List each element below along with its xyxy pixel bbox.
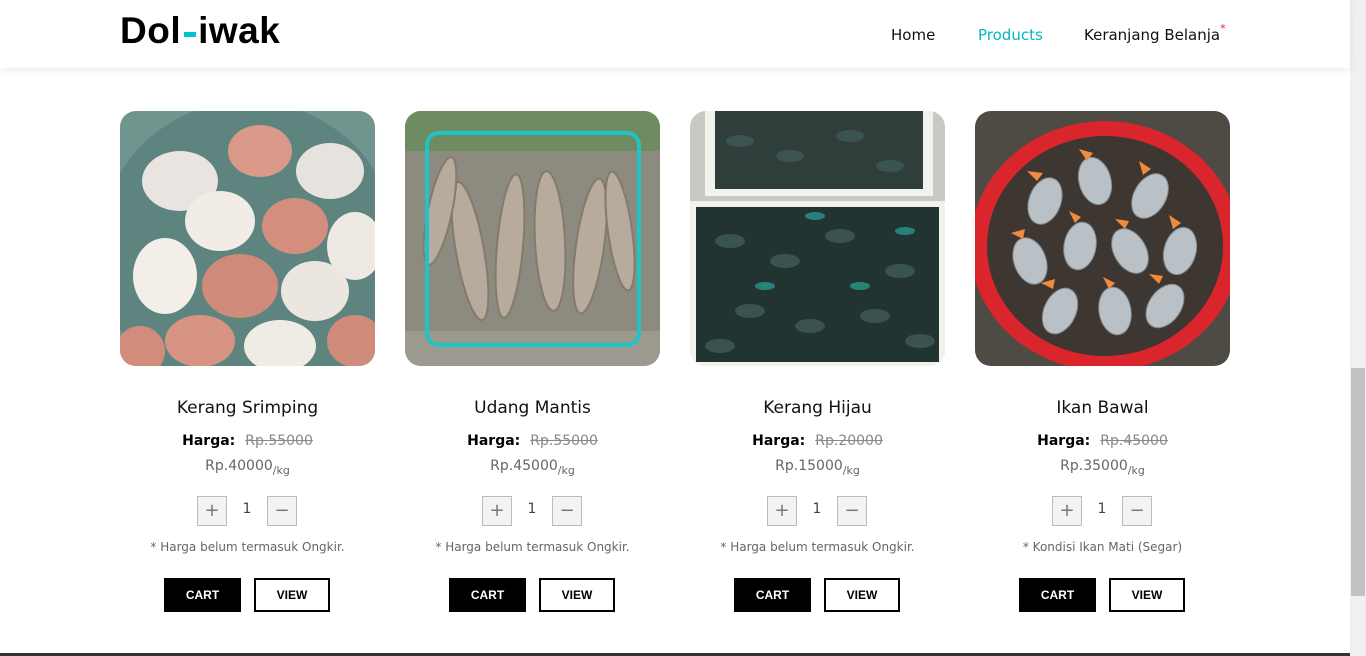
product-name: Kerang Hijau <box>763 398 872 418</box>
quantity-value[interactable]: 1 <box>797 501 837 517</box>
view-product-button[interactable]: VIEW <box>1109 578 1185 612</box>
new-price-value: Rp.15000 <box>775 458 843 474</box>
old-price: Rp.20000 <box>815 433 883 449</box>
nav-cart-label: Keranjang Belanja <box>1084 26 1221 44</box>
price-note: * Harga belum termasuk Ongkir. <box>435 540 630 554</box>
quantity-increase-button[interactable]: + <box>197 496 227 526</box>
view-product-button[interactable]: VIEW <box>539 578 615 612</box>
quantity-stepper: + 1 − <box>482 496 582 526</box>
add-to-cart-button[interactable]: CART <box>1019 578 1096 612</box>
price-note: * Harga belum termasuk Ongkir. <box>150 540 345 554</box>
price-note: * Kondisi Ikan Mati (Segar) <box>1022 540 1183 554</box>
product-image-ikan-bawal[interactable] <box>975 111 1230 366</box>
price-line: Harga: Rp.55000 <box>120 431 375 451</box>
price-note: * Harga belum termasuk Ongkir. <box>720 540 915 554</box>
new-price-value: Rp.40000 <box>205 458 273 474</box>
quantity-increase-button[interactable]: + <box>1052 496 1082 526</box>
quantity-value[interactable]: 1 <box>1082 501 1122 517</box>
product-name: Udang Mantis <box>474 398 591 418</box>
quantity-stepper: + 1 − <box>197 496 297 526</box>
nav-home[interactable]: Home <box>891 26 935 44</box>
price-line: Harga: Rp.45000 <box>975 431 1230 451</box>
view-product-button[interactable]: VIEW <box>254 578 330 612</box>
add-to-cart-button[interactable]: CART <box>734 578 811 612</box>
new-price: Rp.40000/kg <box>120 458 375 477</box>
quantity-decrease-button[interactable]: − <box>837 496 867 526</box>
product-image-kerang-hijau[interactable] <box>690 111 945 366</box>
logo-text-right: iwak <box>198 10 281 51</box>
quantity-decrease-button[interactable]: − <box>552 496 582 526</box>
new-price: Rp.15000/kg <box>690 458 945 477</box>
new-price-value: Rp.45000 <box>490 458 558 474</box>
price-unit: /kg <box>842 464 860 477</box>
nav-cart[interactable]: Keranjang Belanja* <box>1084 22 1226 44</box>
new-price: Rp.45000/kg <box>405 458 660 477</box>
logo-text-left: Dol <box>120 10 182 51</box>
price-unit: /kg <box>557 464 575 477</box>
price-label: Harga: <box>1037 433 1091 449</box>
quantity-value[interactable]: 1 <box>512 501 552 517</box>
product-name: Kerang Srimping <box>176 398 319 418</box>
quantity-increase-button[interactable]: + <box>482 496 512 526</box>
price-label: Harga: <box>752 433 806 449</box>
product-image-kerang-srimping[interactable] <box>120 111 375 366</box>
quantity-decrease-button[interactable]: − <box>267 496 297 526</box>
price-label: Harga: <box>182 433 236 449</box>
price-unit: /kg <box>1127 464 1145 477</box>
cart-indicator: * <box>1220 22 1226 35</box>
new-price: Rp.35000/kg <box>975 458 1230 477</box>
add-to-cart-button[interactable]: CART <box>449 578 526 612</box>
quantity-decrease-button[interactable]: − <box>1122 496 1152 526</box>
price-label: Harga: <box>467 433 521 449</box>
page-scrollbar[interactable] <box>1350 0 1366 656</box>
price-line: Harga: Rp.20000 <box>690 431 945 451</box>
logo-dash <box>184 31 197 37</box>
quantity-increase-button[interactable]: + <box>767 496 797 526</box>
site-header: Dol iwak Home Products Keranjang Belanja* <box>0 0 1350 68</box>
add-to-cart-button[interactable]: CART <box>164 578 241 612</box>
site-logo[interactable]: Dol iwak <box>120 10 280 52</box>
view-product-button[interactable]: VIEW <box>824 578 900 612</box>
old-price: Rp.55000 <box>245 433 313 449</box>
old-price: Rp.55000 <box>530 433 598 449</box>
new-price-value: Rp.35000 <box>1060 458 1128 474</box>
nav-products[interactable]: Products <box>978 26 1043 44</box>
quantity-value[interactable]: 1 <box>227 501 267 517</box>
price-line: Harga: Rp.55000 <box>405 431 660 451</box>
product-image-udang-mantis[interactable] <box>405 111 660 366</box>
scrollbar-thumb[interactable] <box>1351 368 1365 596</box>
product-name: Ikan Bawal <box>1056 398 1149 418</box>
quantity-stepper: + 1 − <box>767 496 867 526</box>
quantity-stepper: + 1 − <box>1052 496 1152 526</box>
old-price: Rp.45000 <box>1100 433 1168 449</box>
price-unit: /kg <box>272 464 290 477</box>
